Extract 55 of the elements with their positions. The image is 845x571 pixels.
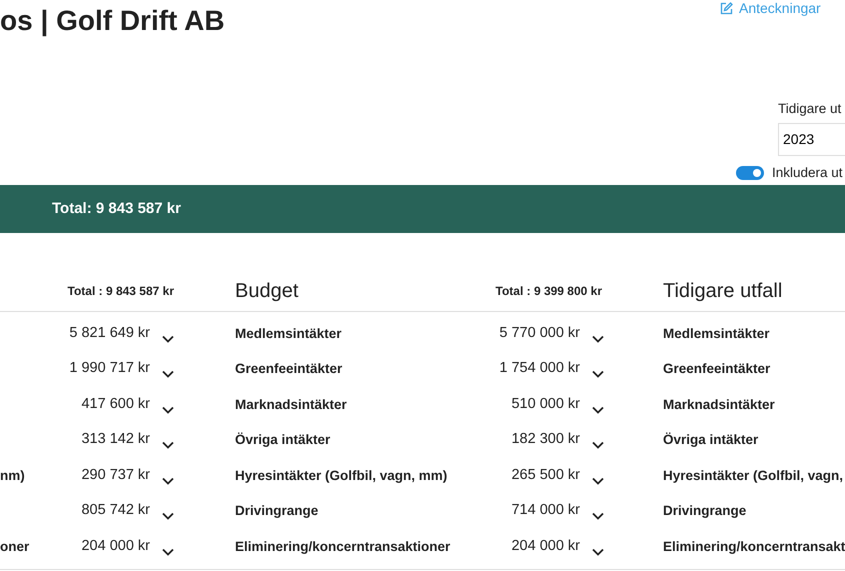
amount-cell-text: 5 821 649 kr [68,324,150,343]
amount-cell-text: 265 500 kr [510,466,580,485]
chevron-down-icon[interactable] [592,334,604,343]
column-heading: Budget [234,279,300,304]
chevron-down-icon[interactable] [592,512,604,520]
amount-cell-text: 510 000 kr [510,394,580,414]
row-label: Medlemsintäkter [663,326,770,341]
amount-cell-text: 714 000 kr [510,501,580,520]
chevron-down-icon[interactable] [592,476,604,485]
filter-label: Tidigare ut [778,100,842,118]
amount-cell-text: 1 990 717 kr [68,359,150,378]
chevron-down-icon[interactable] [162,441,174,450]
amount-cell-text: 5 770 000 kr [498,324,580,343]
chevron-down-icon[interactable] [592,441,604,450]
chevron-down-icon[interactable] [592,548,604,556]
row-label: Marknadsintäkter [663,396,775,412]
amount-cell-text: 417 600 kr [80,394,150,414]
row-label: nm) [0,468,25,483]
row-label: Marknadsintäkter [235,396,347,412]
amount-cell-text: 182 300 kr [510,430,580,450]
chevron-down-icon[interactable] [592,370,604,378]
row-label: Eliminering/koncerntransaktioner [235,538,450,554]
amount-cell-text: 805 742 kr [80,501,150,520]
row-label: Medlemsintäkter [235,326,342,341]
chevron-down-icon[interactable] [162,370,174,378]
chevron-down-icon[interactable] [592,406,604,414]
total-text: Total: 9 843 587 kr [52,198,181,219]
chevron-down-icon[interactable] [162,334,174,343]
amount-cell-text: 204 000 kr [510,536,580,556]
chevron-down-icon[interactable] [162,406,174,414]
toggle-label: Inkludera ut [772,164,843,182]
row-label: Drivingrange [235,503,318,518]
row-label: Greenfeeintäkter [663,361,770,376]
edit-icon [720,2,733,15]
row-label: Hyresintäkter (Golfbil, vagn, mm) [235,468,448,483]
row-label: Övriga intäkter [235,432,330,448]
row-label: Eliminering/koncerntransakt [663,538,845,554]
chevron-down-icon[interactable] [162,512,174,520]
toggle-switch[interactable] [736,166,764,180]
row-label: Greenfeeintäkter [235,361,342,376]
row-label: oner [0,538,30,554]
amount-cell-text: 290 737 kr [80,466,150,485]
row-label: Övriga intäkter [663,432,758,448]
column-total: Total : 9 843 587 kr [66,283,175,300]
chevron-down-icon[interactable] [162,476,174,485]
amount-cell-text: 1 754 000 kr [498,359,580,378]
row-label: Drivingrange [663,503,746,518]
row-label: Hyresintäkter (Golfbil, vagn, [663,468,844,483]
column-total: Total : 9 399 800 kr [494,283,603,300]
chevron-down-icon[interactable] [162,548,174,556]
amount-cell-text: 204 000 kr [80,536,150,556]
amount-cell-text: 313 142 kr [80,430,150,450]
column-heading: Tidigare utfall [662,279,784,304]
page-title: os | Golf Drift AB [0,4,225,38]
year-field[interactable]: 2023 [778,123,845,156]
